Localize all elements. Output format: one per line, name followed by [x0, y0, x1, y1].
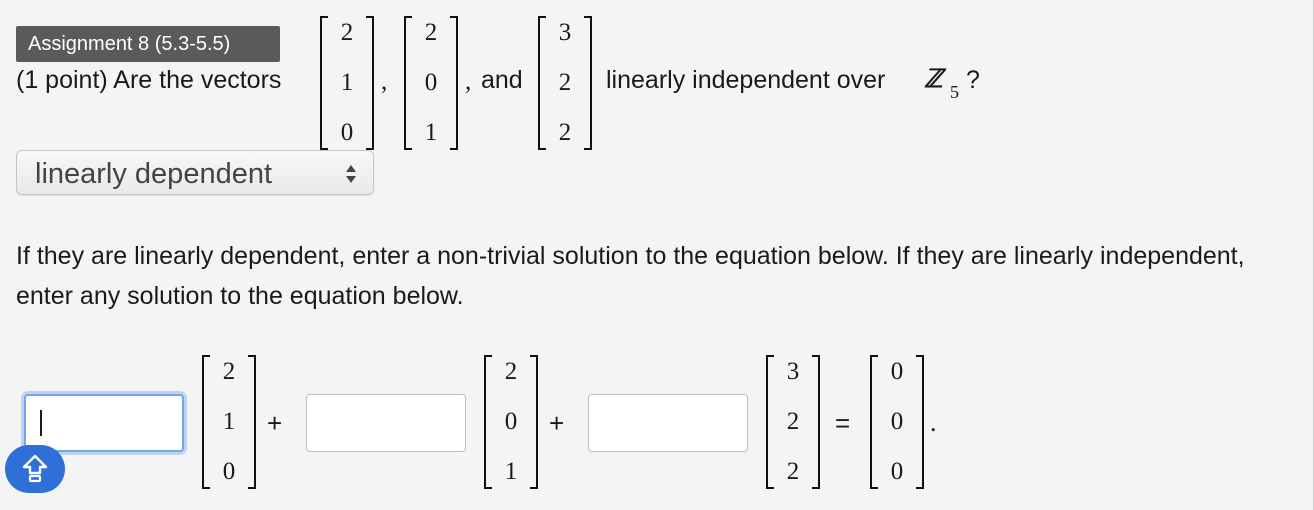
field-symbol: ℤ — [924, 66, 943, 93]
vector-entry: 1 — [504, 458, 518, 485]
vector-entry: 2 — [424, 19, 438, 46]
vector-entry: 1 — [222, 408, 236, 435]
vector-entry: 0 — [504, 408, 518, 435]
vector-entry: 2 — [786, 408, 800, 435]
vector-entry: 0 — [424, 69, 438, 96]
comma: , — [381, 68, 388, 95]
coefficient-input-1[interactable] — [24, 394, 184, 452]
equals-sign: = — [835, 408, 851, 438]
and-text: and — [481, 66, 523, 94]
plus-sign: + — [549, 408, 565, 438]
zero-vector: 0 0 0 — [870, 355, 924, 489]
keyboard-toggle-button[interactable] — [5, 445, 65, 493]
question-mark: ? — [966, 66, 980, 94]
updown-arrows-icon — [346, 165, 356, 183]
vector-entry: 2 — [558, 69, 572, 96]
select-value: linearly dependent — [35, 158, 273, 190]
vector-entry: 1 — [424, 119, 438, 146]
vector-1: 2 1 0 — [320, 16, 374, 150]
vector-entry: 2 — [340, 19, 354, 46]
equation-vector-3: 3 2 2 — [766, 355, 820, 489]
independence-select[interactable]: linearly dependent — [16, 150, 374, 195]
text-caret — [40, 410, 42, 436]
vector-entry: 0 — [890, 458, 904, 485]
vector-entry: 0 — [340, 119, 354, 146]
vector-entry: 2 — [222, 358, 236, 385]
vector-entry: 3 — [786, 358, 800, 385]
assignment-badge: Assignment 8 (5.3-5.5) — [16, 26, 280, 62]
equation-vector-1: 2 1 0 — [202, 355, 256, 489]
question-suffix: linearly independent over — [606, 66, 886, 94]
vector-3: 3 2 2 — [538, 16, 592, 150]
field-subscript: 5 — [950, 82, 959, 102]
period: . — [930, 408, 937, 437]
vector-entry: 3 — [558, 19, 572, 46]
plus-sign: + — [267, 408, 283, 438]
coefficient-input-2[interactable] — [306, 394, 466, 452]
vector-entry: 0 — [890, 358, 904, 385]
instructions: If they are linearly dependent, enter a … — [16, 242, 1245, 310]
vector-entry: 2 — [504, 358, 518, 385]
vector-entry: 0 — [222, 458, 236, 485]
comma: , — [465, 68, 472, 95]
vector-entry: 1 — [340, 69, 354, 96]
question-prefix: (1 point) Are the vectors — [16, 66, 282, 94]
equation-vector-2: 2 0 1 — [484, 355, 538, 489]
vector-2: 2 0 1 — [404, 16, 458, 150]
vector-entry: 2 — [786, 458, 800, 485]
vector-entry: 0 — [890, 408, 904, 435]
shift-arrow-icon — [22, 454, 48, 483]
coefficient-input-3[interactable] — [588, 394, 748, 452]
vector-entry: 2 — [558, 119, 572, 146]
